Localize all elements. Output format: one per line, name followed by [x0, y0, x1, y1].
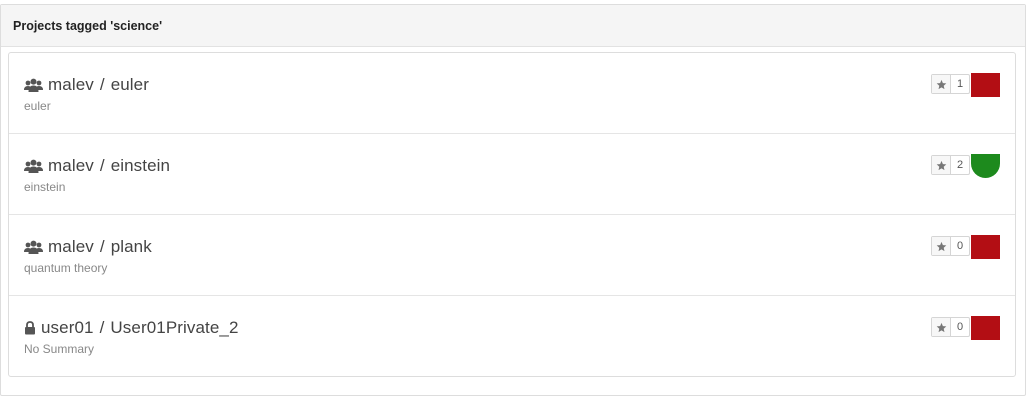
project-name: euler	[110, 75, 149, 94]
star-count: 0	[956, 321, 964, 333]
project-name: User01Private_2	[110, 318, 239, 337]
project-description: euler	[24, 99, 51, 113]
star-count: 0	[956, 240, 964, 252]
project-title-link[interactable]: malev / plank	[24, 237, 152, 257]
panel-heading: Projects tagged 'science'	[1, 5, 1025, 47]
project-title-link[interactable]: user01 / User01Private_2	[24, 318, 239, 338]
star-count: 1	[956, 78, 964, 90]
build-status-failed[interactable]	[971, 235, 1000, 259]
project-title-link[interactable]: malev / einstein	[24, 156, 170, 176]
star-button[interactable]: 1	[931, 74, 970, 94]
project-name: plank	[110, 237, 152, 256]
star-button[interactable]: 0	[931, 236, 970, 256]
lock-icon	[25, 321, 35, 335]
path-separator: /	[99, 75, 105, 94]
path-separator: /	[99, 156, 105, 175]
star-button[interactable]: 2	[931, 155, 970, 175]
project-owner: malev	[48, 75, 94, 94]
project-list: malev / euler euler 1 malev / einstein e…	[8, 52, 1016, 377]
group-icon	[24, 78, 43, 92]
project-row: user01 / User01Private_2 No Summary 0	[9, 296, 1015, 376]
path-separator: /	[99, 237, 105, 256]
project-description: quantum theory	[24, 261, 108, 275]
project-description: einstein	[24, 180, 66, 194]
star-icon[interactable]	[932, 156, 951, 174]
star-button[interactable]: 0	[931, 317, 970, 337]
project-owner: malev	[48, 156, 94, 175]
project-description: No Summary	[24, 342, 95, 356]
build-status-success[interactable]	[971, 154, 1000, 178]
star-icon[interactable]	[932, 237, 951, 255]
build-status-failed[interactable]	[971, 316, 1000, 340]
project-owner: malev	[48, 237, 94, 256]
path-separator: /	[99, 318, 105, 337]
project-owner: user01	[41, 318, 94, 337]
project-row: malev / plank quantum theory 0	[9, 215, 1015, 296]
build-status-failed[interactable]	[971, 73, 1000, 97]
group-icon	[24, 159, 43, 173]
project-row: malev / euler euler 1	[9, 53, 1015, 134]
project-row: malev / einstein einstein 2	[9, 134, 1015, 215]
project-name: einstein	[110, 156, 171, 175]
group-icon	[24, 240, 43, 254]
project-title-link[interactable]: malev / euler	[24, 75, 149, 95]
star-icon[interactable]	[932, 318, 951, 336]
star-icon[interactable]	[932, 75, 951, 93]
star-count: 2	[956, 159, 964, 171]
